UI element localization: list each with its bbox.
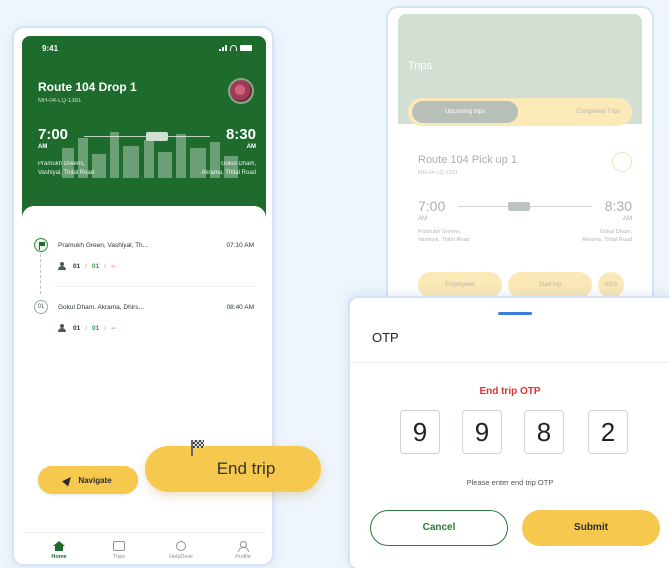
end-trip-button[interactable]: End trip xyxy=(145,440,321,492)
navigation-arrow-icon xyxy=(62,473,75,487)
employees-button[interactable]: Employees xyxy=(418,272,502,298)
bus-icon xyxy=(146,132,168,141)
divider xyxy=(350,362,669,363)
sheet-drag-handle[interactable] xyxy=(498,312,532,315)
otp-digit-input[interactable]: 8 xyxy=(524,410,564,454)
divider xyxy=(54,286,256,287)
help-icon xyxy=(176,541,186,551)
signal-icon xyxy=(219,45,227,51)
tab-helpdesk[interactable]: HelpDesk xyxy=(156,541,206,560)
end-location: Gokul Dham, Akrama, Thital Road xyxy=(201,161,256,176)
tab-home[interactable]: Home xyxy=(34,541,84,560)
trips-screen: Trips Upcoming trips Completed Trips Rou… xyxy=(386,6,654,306)
home-icon xyxy=(53,541,65,551)
missed-count: -- xyxy=(111,262,116,270)
trip-end-time: 8:30 xyxy=(604,198,632,214)
people-icon xyxy=(58,262,68,270)
avatar[interactable] xyxy=(228,78,254,104)
start-ampm: AM xyxy=(38,144,48,150)
route-title: Route 104 Drop 1 xyxy=(38,80,137,94)
tab-trips[interactable]: Trips xyxy=(94,541,144,560)
otp-title: OTP xyxy=(372,330,399,345)
tab-profile[interactable]: Profile xyxy=(218,541,268,560)
stop-number-icon: 01 xyxy=(34,300,48,314)
trips-segment-control: Upcoming trips Completed Trips xyxy=(408,98,632,126)
page-title: Trips xyxy=(408,60,433,72)
bus-icon xyxy=(508,202,530,211)
trip-header: 9:41 Route 104 Drop 1 MH-04-LQ-1391 7:00… xyxy=(22,36,266,232)
otp-sheet: OTP End trip OTP 9 9 8 2 Please enter en… xyxy=(348,296,669,568)
vehicle-number: MH-04-LQ-1391 xyxy=(38,98,82,104)
stop-address: Gokul Dham, Akrama, Dhirs... xyxy=(58,304,144,311)
sos-button[interactable]: SOS xyxy=(598,272,624,298)
trip-card-vehicle: MH-04-LQ-1391 xyxy=(418,170,458,176)
trips-icon xyxy=(113,541,125,551)
tab-upcoming-trips[interactable]: Upcoming trips xyxy=(412,101,518,123)
passenger-counts: 01 / 01 / -- xyxy=(58,262,115,270)
navigate-button[interactable]: Navigate xyxy=(38,466,138,494)
flag-icon xyxy=(34,238,48,252)
submit-button[interactable]: Submit xyxy=(522,510,660,546)
trip-start-location: Pramukh Greens, Vashiyal, Thital Road xyxy=(418,229,470,243)
stop-time: 07:10 AM xyxy=(226,242,254,249)
battery-icon xyxy=(240,45,252,51)
missed-count: -- xyxy=(111,324,116,332)
otp-label: End trip OTP xyxy=(479,386,541,397)
status-bar: 9:41 xyxy=(42,44,252,56)
tab-completed-trips[interactable]: Completed Trips xyxy=(576,98,620,126)
start-trip-button[interactable]: Start trip xyxy=(508,272,592,298)
trip-end-location: Gokul Dham, Akrama, Thital Road xyxy=(581,229,632,243)
trip-start-time: 7:00 xyxy=(418,198,446,214)
start-location: Pramukh Greens, Vashiyal, Thital Road xyxy=(38,161,95,176)
total-count: 01 xyxy=(73,262,81,270)
status-time: 9:41 xyxy=(42,44,59,53)
checkered-flag-icon xyxy=(191,440,205,456)
stop-address: Pramukh Green, Vashiyal, Th... xyxy=(58,242,149,249)
otp-digit-input[interactable]: 9 xyxy=(400,410,440,454)
boarded-count: 01 xyxy=(92,324,100,332)
end-time: 8:30 xyxy=(225,126,256,143)
start-time: 7:00 xyxy=(38,126,69,143)
otp-digit-input[interactable]: 9 xyxy=(462,410,502,454)
otp-hint: Please enter end trip OTP xyxy=(466,478,554,487)
end-trip-label: End trip xyxy=(216,459,276,478)
end-ampm: AM xyxy=(246,144,256,150)
boarded-count: 01 xyxy=(92,262,100,270)
wifi-icon xyxy=(230,45,237,51)
moon-icon xyxy=(612,152,632,172)
bottom-tab-bar: Home Trips HelpDesk Profile xyxy=(22,532,268,564)
passenger-counts: 01 / 01 / -- xyxy=(58,324,115,332)
stop-time: 08:40 AM xyxy=(226,304,254,311)
total-count: 01 xyxy=(73,324,81,332)
trip-card-title: Route 104 Pick up 1 xyxy=(418,154,518,166)
otp-digit-input[interactable]: 2 xyxy=(588,410,628,454)
cancel-button[interactable]: Cancel xyxy=(370,510,508,546)
profile-icon xyxy=(237,541,249,552)
people-icon xyxy=(58,324,68,332)
route-connector xyxy=(40,254,41,294)
